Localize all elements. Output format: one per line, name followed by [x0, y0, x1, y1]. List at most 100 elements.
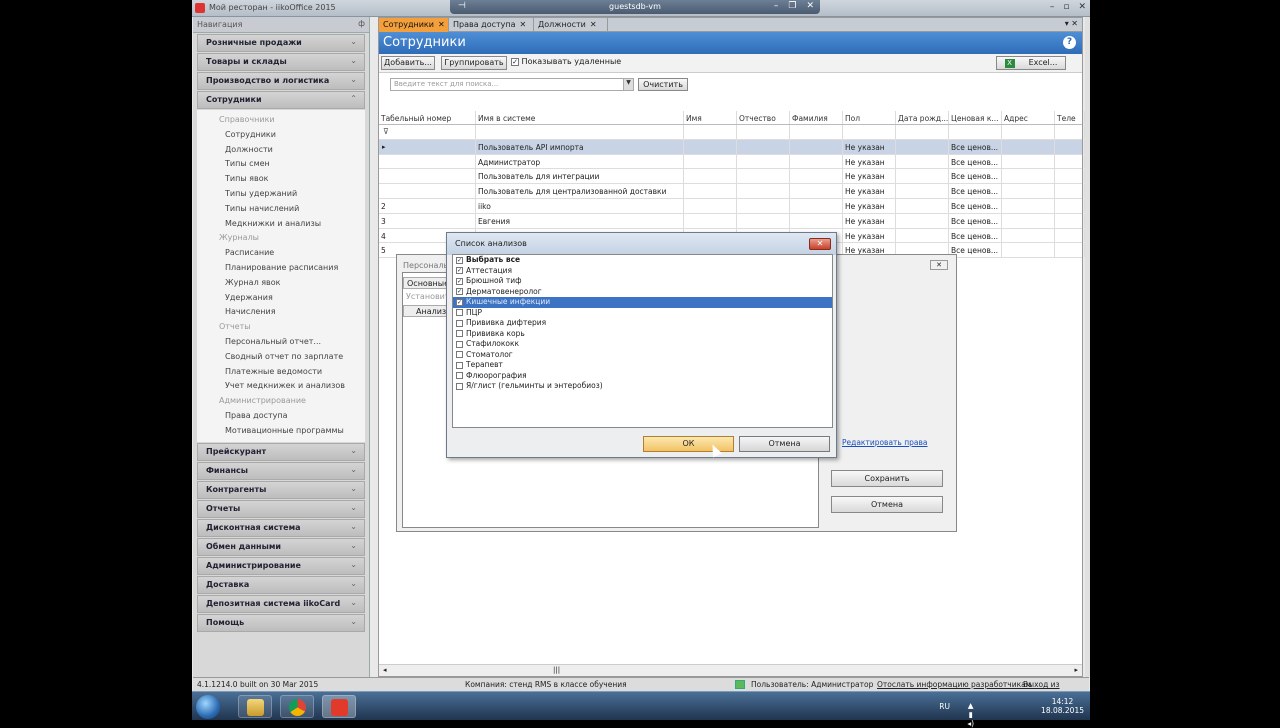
analysis-list-item[interactable]: Я/глист (гельминты и энтеробиоз) [453, 381, 832, 392]
analysis-list-item[interactable]: ✓ Дерматовенеролог [453, 287, 832, 298]
help-icon[interactable]: ? [1063, 36, 1076, 49]
clock-time[interactable]: 14:12 [1041, 697, 1084, 706]
analysis-list-item[interactable]: ✓ Кишечные инфекции [453, 297, 832, 308]
tab-menu-icon[interactable]: ▾ ✕ [1065, 19, 1078, 28]
rdp-minimize-icon[interactable]: – [774, 1, 779, 11]
analysis-list-item[interactable]: Стоматолог [453, 350, 832, 361]
chevron-up-icon[interactable]: ⌃ [350, 94, 357, 103]
nav-group-bottom-1[interactable]: Финансы ⌄ [197, 461, 365, 480]
analysis-list-item[interactable]: Прививка корь [453, 329, 832, 340]
search-input[interactable]: Введите текст для поиска... ▼ [390, 78, 634, 91]
checkbox-checked-icon[interactable]: ✓ [456, 267, 463, 274]
group-button[interactable]: Группировать [441, 56, 507, 70]
pin-icon[interactable]: ф [358, 19, 365, 28]
chevron-down-icon[interactable]: ⌄ [350, 503, 357, 512]
close-tab-icon[interactable]: ✕ [590, 20, 597, 29]
minimize-icon[interactable]: – [1050, 2, 1055, 12]
nav-group-bottom-2[interactable]: Контрагенты ⌄ [197, 480, 365, 499]
checkbox-icon[interactable] [456, 351, 463, 358]
analysis-list-item[interactable]: Стафилококк [453, 339, 832, 350]
grid-filter-row[interactable]: ⊽ [379, 125, 1085, 140]
chevron-down-icon[interactable]: ▼ [623, 79, 633, 90]
nav-link[interactable]: Платежные ведомости [197, 364, 365, 379]
nav-link[interactable]: Журнал явок [197, 275, 365, 290]
nav-link[interactable]: Сотрудники [197, 127, 365, 142]
scroll-right-icon[interactable]: ▸ [1074, 666, 1078, 674]
nav-link[interactable]: Типы смен [197, 156, 365, 171]
clear-button[interactable]: Очистить [638, 78, 688, 91]
analysis-list-item[interactable]: ✓ Брюшной тиф [453, 276, 832, 287]
taskbar-explorer[interactable] [238, 695, 272, 718]
chevron-down-icon[interactable]: ⌄ [350, 560, 357, 569]
tab-analysis[interactable]: Анализ [403, 305, 451, 317]
nav-link[interactable]: Расписание [197, 245, 365, 260]
analysis-list-item[interactable]: ✓ Аттестация [453, 266, 832, 277]
nav-group-bottom-3[interactable]: Отчеты ⌄ [197, 499, 365, 518]
nav-group-top-3[interactable]: Сотрудники ⌃ [197, 91, 365, 109]
tab-employees[interactable]: Сотрудники ✕ [379, 18, 449, 32]
nav-group-bottom-0[interactable]: Прейскурант ⌄ [197, 442, 365, 461]
close-tab-icon[interactable]: ✕ [438, 20, 445, 29]
news-sidebar[interactable] [1085, 17, 1090, 677]
analysis-list-item[interactable]: Флюорография [453, 371, 832, 382]
nav-link[interactable]: Учет медкнижек и анализов [197, 378, 365, 393]
table-row[interactable]: Пользователь для интеграции Не указан Все … [379, 169, 1085, 185]
filter-icon[interactable]: ⊽ [383, 127, 389, 136]
rdp-restore-icon[interactable]: ❐ [788, 1, 796, 11]
chevron-down-icon[interactable]: ⌄ [350, 446, 357, 455]
checkbox-icon[interactable] [456, 340, 463, 348]
cancel-button[interactable]: Отмена [831, 496, 943, 513]
clock-date[interactable]: 18.08.2015 [1041, 706, 1084, 715]
analysis-list-item[interactable]: ✓ Выбрать все [453, 255, 832, 266]
start-button-icon[interactable] [196, 695, 220, 719]
tab-main[interactable]: Основные [403, 277, 451, 289]
checkbox-checked-icon[interactable]: ✓ [456, 256, 463, 264]
nav-link[interactable]: Начисления [197, 304, 365, 319]
nav-group-bottom-6[interactable]: Администрирование ⌄ [197, 556, 365, 575]
nav-link[interactable]: Планирование расписания [197, 260, 365, 275]
table-row[interactable]: Пользователь API импорта Не указан Все цен… [379, 139, 1085, 155]
nav-group-top-1[interactable]: Товары и склады ⌄ [197, 53, 365, 71]
nav-group-bottom-9[interactable]: Помощь ⌄ [197, 613, 365, 632]
checkbox-checked-icon[interactable]: ✓ [456, 277, 463, 285]
taskbar-iiko[interactable] [322, 695, 356, 718]
nav-link[interactable]: Медкнижки и анализы [197, 216, 365, 231]
table-row[interactable]: Пользователь для централизованной достав… [379, 184, 1085, 199]
nav-link[interactable]: Типы явок [197, 171, 365, 186]
taskbar-chrome[interactable] [280, 695, 314, 718]
chevron-down-icon[interactable]: ⌄ [350, 579, 357, 588]
horizontal-scrollbar[interactable]: ◂ ||| ▸ [379, 664, 1082, 676]
analysis-list-item[interactable]: ПЦР [453, 308, 832, 319]
nav-group-bottom-8[interactable]: Депозитная система iikoCard ⌄ [197, 594, 365, 613]
language-indicator[interactable]: RU [939, 702, 950, 711]
chevron-down-icon[interactable]: ⌄ [350, 598, 357, 607]
send-info-link[interactable]: Отослать информацию разработчикам [877, 680, 1031, 689]
checkbox-icon[interactable] [456, 309, 463, 316]
checkbox-checked-icon[interactable]: ✓ [456, 288, 463, 295]
scroll-left-icon[interactable]: ◂ [383, 666, 387, 674]
edit-rights-link[interactable]: Редактировать права [842, 438, 928, 447]
rdp-close-icon[interactable]: ✕ [806, 1, 814, 11]
nav-group-top-0[interactable]: Розничные продажи ⌄ [197, 34, 365, 52]
close-icon[interactable]: ✕ [1078, 2, 1086, 12]
close-icon[interactable]: ✕ [809, 238, 831, 250]
checkbox-checked-icon[interactable]: ✓ [456, 298, 463, 306]
checkbox-icon[interactable]: ✓ [511, 57, 519, 66]
show-deleted-checkbox[interactable]: ✓ Показывать удаленные [511, 57, 621, 66]
nav-link[interactable]: Типы удержаний [197, 186, 365, 201]
checkbox-icon[interactable] [456, 372, 463, 379]
nav-link[interactable]: Персональный отчет... [197, 334, 365, 349]
analysis-list-item[interactable]: Прививка дифтерия [453, 318, 832, 329]
scroll-thumb-icon[interactable]: ||| [553, 666, 560, 674]
table-row[interactable]: 2 iiko Не указан Все ценов... [379, 198, 1085, 214]
chevron-down-icon[interactable]: ⌄ [350, 484, 357, 493]
chevron-down-icon[interactable]: ⌄ [350, 37, 357, 46]
nav-link[interactable]: Удержания [197, 290, 365, 305]
chevron-down-icon[interactable]: ⌄ [350, 465, 357, 474]
save-button[interactable]: Сохранить [831, 470, 943, 487]
analysis-list-item[interactable]: Терапевт [453, 360, 832, 371]
chevron-down-icon[interactable]: ⌄ [350, 56, 357, 65]
tab-positions[interactable]: Должности ✕ [534, 18, 608, 32]
checkbox-icon[interactable] [456, 361, 463, 369]
cancel-button[interactable]: Отмена [739, 436, 830, 452]
